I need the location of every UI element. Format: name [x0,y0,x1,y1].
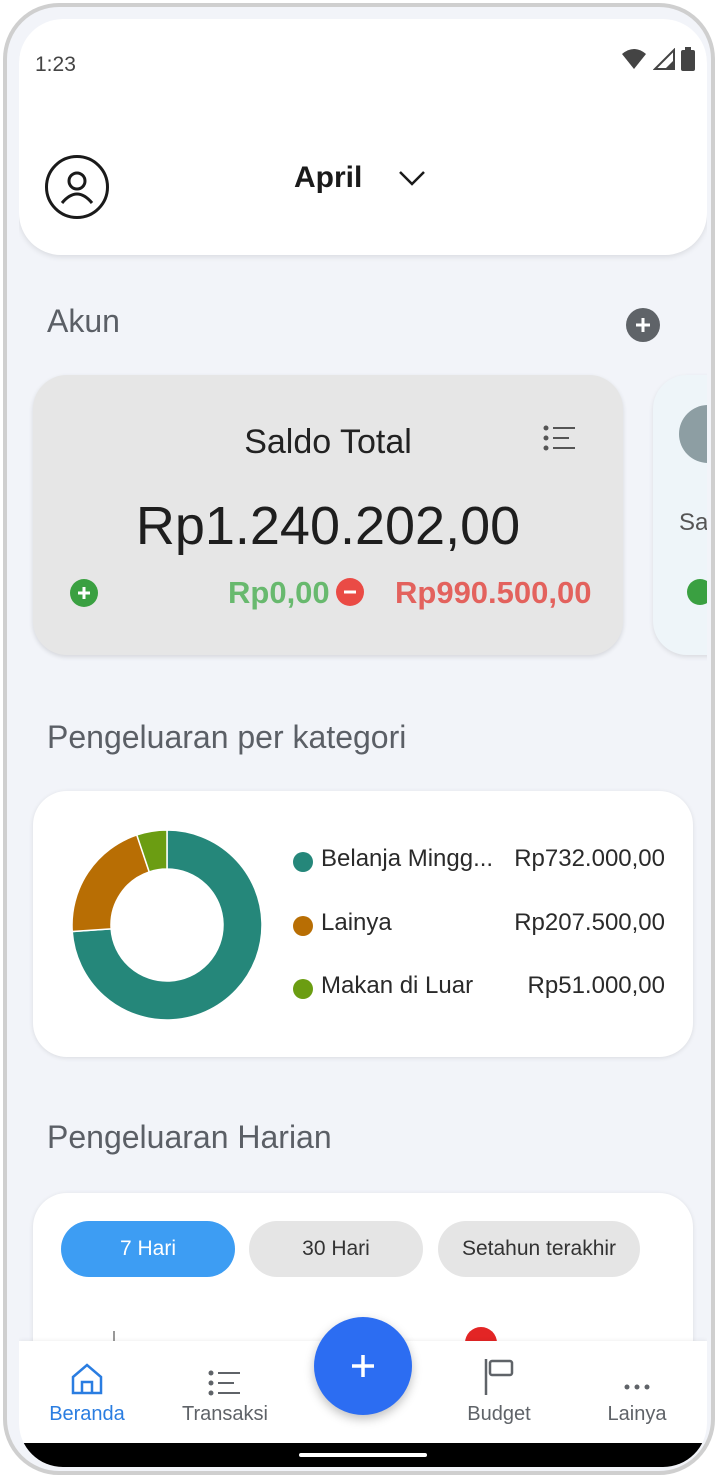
daily-expense-title: Pengeluaran Harian [47,1119,332,1155]
account-card-partial[interactable]: Sa [653,375,707,655]
nav-label: Budget [467,1403,531,1425]
category-name: Makan di Luar [321,972,474,999]
status-bar: 1:23 [19,19,707,99]
nav-label: Beranda [49,1403,125,1425]
user-icon [60,171,94,204]
category-legend-row[interactable]: Belanja Mingg... Rp732.000,00 [293,845,665,879]
category-expense-title: Pengeluaran per kategori [47,719,407,755]
month-selector[interactable]: April [294,161,362,195]
legend-dot [293,852,313,872]
phone-frame: 1:23 April Akun Saldo Total Rp1.240.202,… [3,3,715,1475]
account-card-partial-label: Sa [679,509,707,536]
nav-beranda[interactable]: Beranda [27,1353,147,1426]
income-amount: Rp0,00 [228,575,330,610]
range-chip-30-days[interactable]: 30 Hari [249,1221,423,1277]
app-screen: 1:23 April Akun Saldo Total Rp1.240.202,… [19,19,707,1467]
home-indicator[interactable] [299,1453,427,1457]
home-icon [71,1363,103,1395]
add-income-icon[interactable] [70,579,98,607]
status-icons [621,47,695,71]
flag-icon [484,1359,514,1395]
signal-icon [653,48,675,70]
category-name: Belanja Mingg... [321,845,494,872]
status-time: 1:23 [35,53,76,76]
category-name: Lainya [321,909,392,936]
nav-budget[interactable]: Budget [439,1353,559,1426]
profile-avatar-button[interactable] [45,155,109,219]
range-chip-last-year[interactable]: Setahun terakhir [438,1221,640,1277]
nav-transaksi[interactable]: Transaksi [165,1353,285,1426]
donut-slice [71,833,151,933]
category-donut-chart [71,829,263,1021]
chevron-down-icon[interactable] [397,169,427,187]
legend-dot [293,916,313,936]
accounts-title: Akun [47,303,120,339]
add-income-icon[interactable] [687,579,707,605]
nav-lainya[interactable]: Lainya [577,1353,697,1426]
list-icon [208,1370,240,1396]
add-transaction-button[interactable] [314,1317,412,1415]
total-balance-amount: Rp1.240.202,00 [135,496,521,556]
plus-icon [352,1355,374,1377]
battery-icon [681,47,695,71]
range-chip-7-days[interactable]: 7 Hari [61,1221,235,1277]
category-amount: Rp51.000,00 [527,972,665,999]
nav-label: Lainya [607,1403,667,1425]
gesture-bar [19,1443,707,1467]
category-expense-card: Belanja Mingg... Rp732.000,00 Lainya Rp2… [33,791,693,1057]
top-header: 1:23 April [19,19,707,255]
legend-dot [293,979,313,999]
category-amount: Rp732.000,00 [514,845,665,872]
list-icon[interactable] [543,425,577,451]
category-legend-row[interactable]: Lainya Rp207.500,00 [293,909,665,943]
bank-icon [679,405,707,463]
expense-amount: Rp990.500,00 [395,575,592,610]
category-legend-row[interactable]: Makan di Luar Rp51.000,00 [293,972,665,1006]
more-icon [624,1384,650,1390]
category-amount: Rp207.500,00 [514,909,665,936]
total-balance-title: Saldo Total [244,423,412,461]
wifi-icon [622,49,646,69]
total-balance-card[interactable]: Saldo Total Rp1.240.202,00 Rp0,00 Rp990.… [33,375,623,655]
nav-label: Transaksi [182,1403,268,1425]
plus-circle-icon [636,318,650,332]
expense-minus-icon[interactable] [336,578,364,606]
add-account-button[interactable] [626,308,660,342]
